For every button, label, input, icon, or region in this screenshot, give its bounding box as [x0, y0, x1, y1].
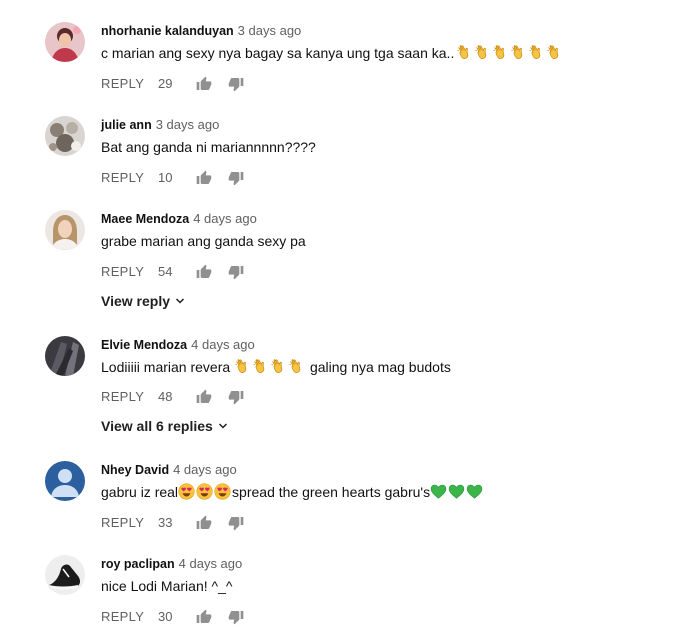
- comment-text-mid: spread the green hearts gabru's: [232, 484, 431, 500]
- like-count: 10: [158, 170, 173, 185]
- reply-button[interactable]: REPLY: [101, 262, 144, 282]
- author-name[interactable]: julie ann: [101, 118, 152, 132]
- reply-button[interactable]: REPLY: [101, 513, 144, 533]
- comment-header: julie ann 3 days ago: [101, 117, 219, 133]
- like-count: 29: [158, 76, 173, 91]
- clapping-hands-icon: [288, 358, 305, 375]
- thumbs-down-icon[interactable]: [228, 389, 244, 405]
- thumbs-down-icon[interactable]: [228, 76, 244, 92]
- like-count: 54: [158, 264, 173, 279]
- clapping-hands-icon: [492, 44, 509, 61]
- clapping-hands-icon: [510, 44, 527, 61]
- comment-text-body: grabe marian ang ganda sexy pa: [101, 233, 306, 249]
- emoji-group: [234, 359, 306, 375]
- comment-text: Bat ang ganda ni mariannnnn????: [101, 137, 316, 157]
- like-count: 33: [158, 515, 173, 530]
- comment-timestamp[interactable]: 4 days ago: [193, 211, 257, 226]
- comment-text: Lodiiiii marian revera galing nya mag bu…: [101, 357, 451, 377]
- chevron-down-icon: [217, 420, 229, 432]
- heart-eyes-icon: [178, 483, 195, 500]
- avatar[interactable]: [45, 210, 85, 250]
- view-replies-label: View reply: [101, 293, 171, 309]
- comment-text: gabru iz real spread the green hearts gab…: [101, 482, 484, 502]
- comment-header: Maee Mendoza 4 days ago: [101, 211, 257, 227]
- clapping-hands-icon: [546, 44, 563, 61]
- green-heart-icon: [430, 483, 447, 500]
- comment-text-body: c marian ang sexy nya bagay sa kanya ung…: [101, 45, 455, 61]
- clapping-hands-icon: [456, 44, 473, 61]
- heart-eyes-icon: [214, 483, 231, 500]
- thumbs-up-icon[interactable]: [196, 389, 212, 405]
- author-name[interactable]: nhorhanie kalanduyan: [101, 24, 234, 38]
- comment-text-before: gabru iz real: [101, 484, 179, 500]
- comment-timestamp[interactable]: 4 days ago: [191, 337, 255, 352]
- avatar[interactable]: [45, 555, 85, 595]
- comment-text: nice Lodi Marian! ^_^: [101, 576, 232, 596]
- comment-timestamp[interactable]: 3 days ago: [238, 23, 302, 38]
- thumbs-down-icon[interactable]: [228, 170, 244, 186]
- reply-button[interactable]: REPLY: [101, 74, 144, 94]
- comment-header: roy paclipan 4 days ago: [101, 556, 242, 572]
- like-count: 48: [158, 389, 173, 404]
- comment-timestamp[interactable]: 4 days ago: [173, 462, 237, 477]
- view-replies-button[interactable]: View reply: [101, 292, 186, 310]
- comment-text: grabe marian ang ganda sexy pa: [101, 231, 306, 251]
- emoji-group: [430, 484, 484, 500]
- thumbs-up-icon[interactable]: [196, 76, 212, 92]
- thumbs-down-icon[interactable]: [228, 515, 244, 531]
- clapping-hands-icon: [234, 358, 251, 375]
- clapping-hands-icon: [528, 44, 545, 61]
- comment-text: c marian ang sexy nya bagay sa kanya ung…: [101, 43, 564, 63]
- thumbs-down-icon[interactable]: [228, 264, 244, 280]
- author-name[interactable]: Maee Mendoza: [101, 212, 189, 226]
- reply-button[interactable]: REPLY: [101, 607, 144, 627]
- green-heart-icon: [466, 483, 483, 500]
- comment-text-before: Lodiiiii marian revera: [101, 359, 231, 375]
- author-name[interactable]: Elvie Mendoza: [101, 338, 187, 352]
- clapping-hands-icon: [252, 358, 269, 375]
- comment-text-after: galing nya mag budots: [309, 359, 451, 375]
- emoji-group: [178, 484, 232, 500]
- comment-header: Elvie Mendoza 4 days ago: [101, 337, 255, 353]
- reply-button[interactable]: REPLY: [101, 168, 144, 188]
- author-name[interactable]: roy paclipan: [101, 557, 175, 571]
- avatar[interactable]: [45, 336, 85, 376]
- thumbs-down-icon[interactable]: [228, 609, 244, 625]
- thumbs-up-icon[interactable]: [196, 264, 212, 280]
- thumbs-up-icon[interactable]: [196, 515, 212, 531]
- chevron-down-icon: [174, 295, 186, 307]
- avatar[interactable]: [45, 461, 85, 501]
- like-count: 30: [158, 609, 173, 624]
- avatar[interactable]: [45, 116, 85, 156]
- view-replies-button[interactable]: View all 6 replies: [101, 417, 229, 435]
- comment-text-body: Bat ang ganda ni mariannnnn????: [101, 139, 316, 155]
- comment-header: nhorhanie kalanduyan 3 days ago: [101, 23, 301, 39]
- emoji-group: [456, 45, 564, 61]
- clapping-hands-icon: [474, 44, 491, 61]
- view-replies-label: View all 6 replies: [101, 418, 213, 434]
- green-heart-icon: [448, 483, 465, 500]
- comment-header: Nhey David 4 days ago: [101, 462, 237, 478]
- reply-button[interactable]: REPLY: [101, 387, 144, 407]
- avatar[interactable]: [45, 22, 85, 62]
- author-name[interactable]: Nhey David: [101, 463, 169, 477]
- thumbs-up-icon[interactable]: [196, 170, 212, 186]
- clapping-hands-icon: [270, 358, 287, 375]
- comment-timestamp[interactable]: 3 days ago: [156, 117, 220, 132]
- heart-eyes-icon: [196, 483, 213, 500]
- comment-text-body: nice Lodi Marian! ^_^: [101, 578, 233, 594]
- comment-timestamp[interactable]: 4 days ago: [179, 556, 243, 571]
- thumbs-up-icon[interactable]: [196, 609, 212, 625]
